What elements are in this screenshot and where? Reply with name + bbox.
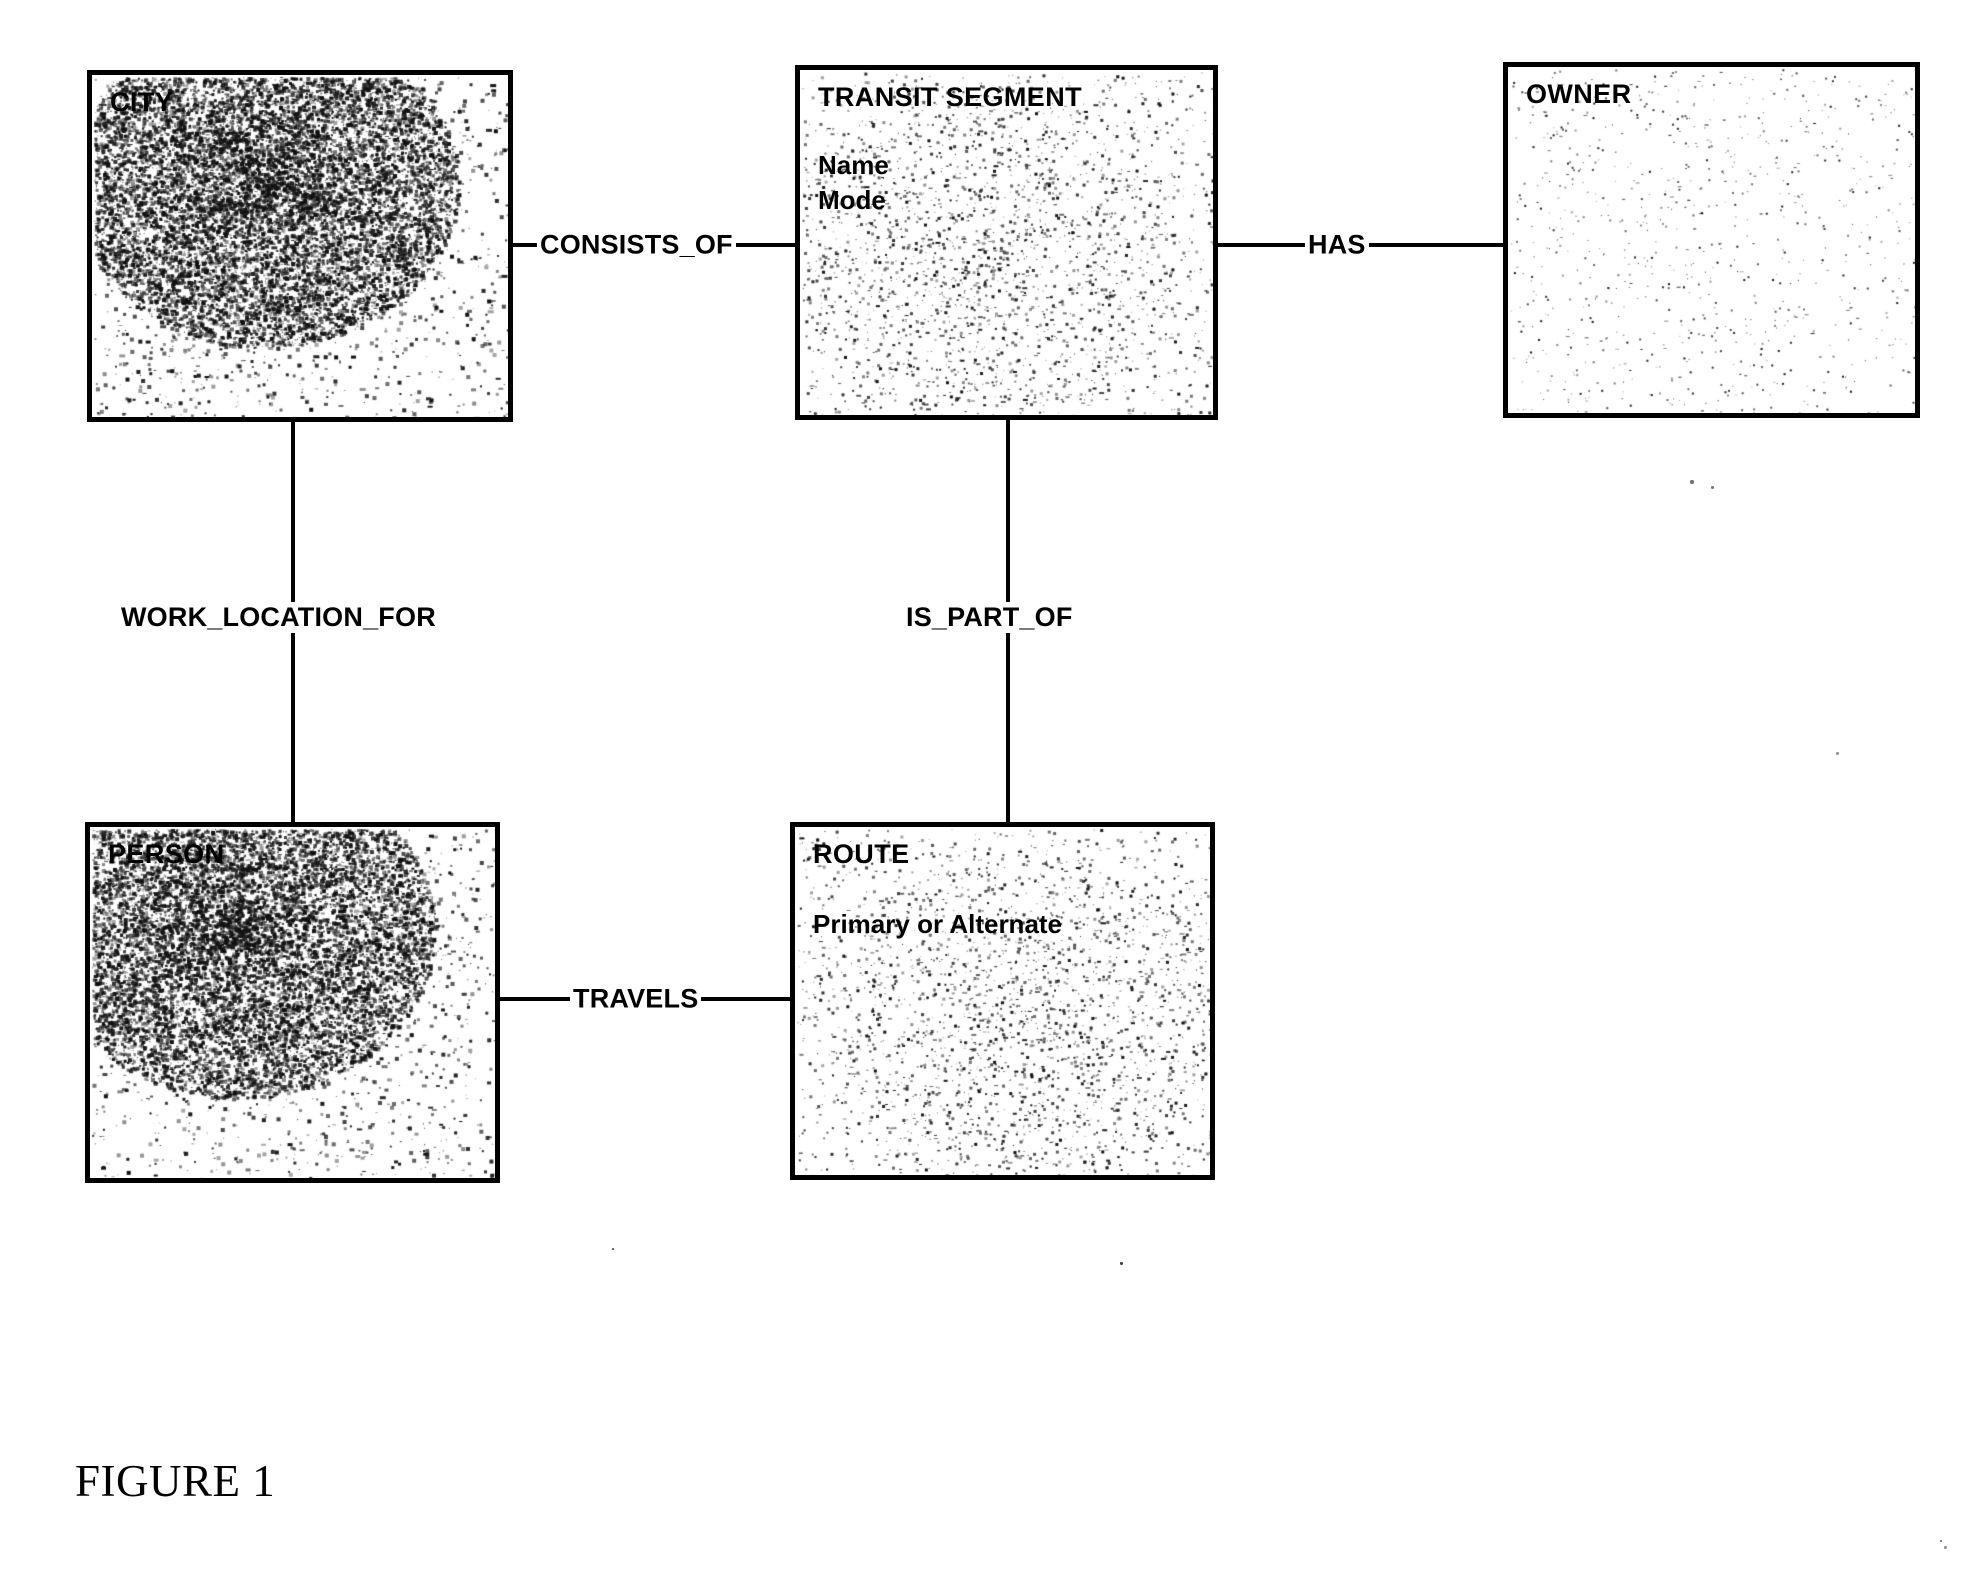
attribute-primary-or-alternate: Primary or Alternate (813, 909, 1063, 939)
person-texture (90, 827, 495, 1178)
page-speck (1944, 1546, 1947, 1549)
entity-box-city[interactable]: CITY (87, 70, 513, 422)
page-speck (1711, 486, 1714, 489)
page-speck (1940, 1540, 1942, 1542)
page-speck (1836, 752, 1839, 755)
page-speck (1120, 1262, 1123, 1265)
entity-title-city: CITY (110, 87, 174, 117)
entity-title-route: ROUTE (813, 839, 910, 869)
relationship-label-is-part-of: IS_PART_OF (903, 602, 1076, 633)
page-speck (1690, 480, 1694, 484)
entity-attrs-route: Primary or Alternate (813, 907, 1062, 942)
relationship-label-has: HAS (1305, 229, 1369, 261)
attribute-name: Name (818, 150, 889, 180)
transit-segment-texture (800, 70, 1213, 415)
entity-box-person[interactable]: PERSON (85, 822, 500, 1183)
relationship-label-work-location-for: WORK_LOCATION_FOR (118, 602, 439, 633)
figure-canvas: CONSISTS_OF HAS WORK_LOCATION_FOR IS_PAR… (0, 0, 1980, 1574)
page-speck (612, 1248, 614, 1250)
entity-box-route[interactable]: ROUTE Primary or Alternate (790, 822, 1215, 1180)
route-texture (795, 827, 1210, 1175)
figure-caption: FIGURE 1 (75, 1456, 276, 1506)
city-texture (92, 75, 508, 417)
attribute-mode: Mode (818, 184, 886, 215)
relationship-label-consists-of: CONSISTS_OF (537, 229, 736, 261)
owner-texture (1508, 67, 1915, 413)
entity-attrs-transit-segment: Name Mode (818, 148, 889, 217)
entity-title-transit-segment: TRANSIT SEGMENT (818, 82, 1083, 112)
entity-title-person: PERSON (108, 839, 225, 869)
relationship-label-travels: TRAVELS (570, 983, 702, 1015)
entity-title-owner: OWNER (1526, 79, 1632, 109)
entity-box-owner[interactable]: OWNER (1503, 62, 1920, 418)
entity-box-transit-segment[interactable]: TRANSIT SEGMENT Name Mode (795, 65, 1218, 420)
